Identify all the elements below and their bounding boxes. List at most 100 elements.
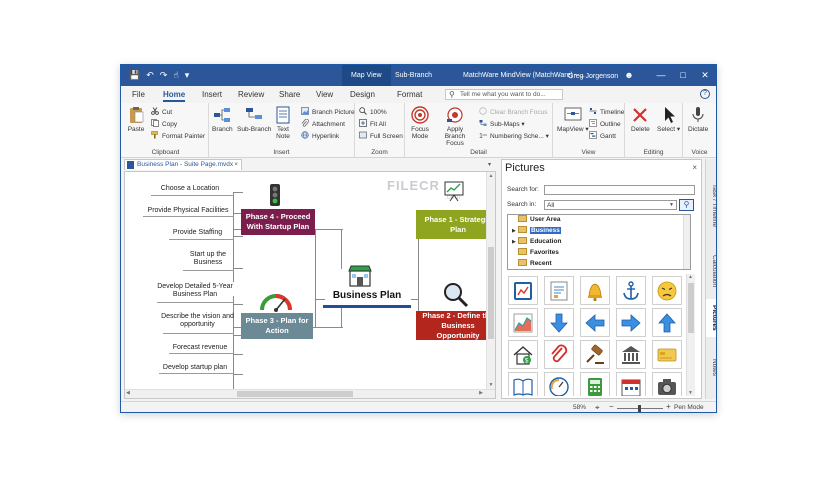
close-icon[interactable]: ✕ [694,65,716,86]
side-tab-pictures[interactable]: Pictures [706,299,716,337]
select-button[interactable]: Select ▾ [657,106,680,133]
fit-all-button[interactable]: Fit All [359,119,386,129]
leaf-topic[interactable]: Start up the Business [183,251,233,267]
sub-branch-button[interactable]: Sub-Branch [237,106,271,133]
gallery-item[interactable] [544,308,574,337]
format-painter-button[interactable]: Format Painter [151,131,205,141]
canvas-horizontal-scrollbar[interactable]: ◀ ▶ [125,389,495,398]
leaf-topic[interactable]: Develop startup plan [155,364,235,372]
gallery-item[interactable] [580,340,610,369]
category-business[interactable]: ▶ Business [512,226,561,236]
side-tab-calculation[interactable]: Calculation [706,251,716,291]
dictate-button[interactable]: Dictate [688,106,708,133]
context-tab-sub-branch[interactable]: Sub-Branch [386,65,441,86]
leaf-topic[interactable]: Provide Staffing [159,229,236,237]
tab-file[interactable]: File [132,90,145,99]
scroll-thumb[interactable] [237,391,353,397]
scroll-down-icon[interactable]: ▼ [688,390,693,396]
gallery-item[interactable] [580,372,610,396]
tab-format[interactable]: Format [397,90,422,99]
branch-button[interactable]: Branch [212,106,233,133]
tell-me-search[interactable]: ⚲ Tell me what you want to do... [445,89,563,100]
gallery-item[interactable] [652,372,682,396]
context-tab-map-view[interactable]: Map View [342,65,391,86]
scroll-up-icon[interactable]: ▲ [487,173,495,179]
mind-map-canvas[interactable]: FILECR .com Choose a Location Provide Ph… [124,171,496,399]
undo-icon[interactable]: ↶ [146,69,154,81]
gallery-item[interactable]: $ [508,340,538,369]
document-list-arrow-icon[interactable]: ▾ [488,161,491,168]
gallery-item[interactable] [616,276,646,305]
gallery-item[interactable] [544,276,574,305]
scroll-thumb[interactable] [488,247,494,339]
branch-phase-4[interactable]: Phase 4 - Proceed With Startup Plan [241,209,315,235]
customize-qat-icon[interactable]: ▾ [185,69,190,81]
category-recent[interactable]: Recent [512,259,552,269]
gallery-item[interactable] [508,308,538,337]
branch-phase-1[interactable]: Phase 1 - Strategic Plan [416,210,495,239]
paste-button[interactable]: Paste [127,106,145,133]
sub-maps-button[interactable]: Sub-Maps ▾ [479,119,525,129]
category-education[interactable]: ▶ Education [512,237,561,247]
gallery-item[interactable] [652,340,682,369]
focus-mode-button[interactable]: Focus Mode [409,106,431,140]
tab-design[interactable]: Design [350,90,375,99]
branch-picture-button[interactable]: Branch Picture [301,107,355,117]
scroll-thumb[interactable] [688,283,694,333]
category-favorites[interactable]: Favorites [512,248,559,258]
scroll-left-icon[interactable]: ◀ [126,390,130,396]
hyperlink-button[interactable]: Hyperlink [301,131,339,141]
user-account[interactable]: Greg Jorgenson ☻ [568,65,634,87]
branch-phase-2[interactable]: Phase 2 - Define the Business Opportunit… [416,311,495,340]
scroll-down-icon[interactable]: ▼ [487,382,495,388]
canvas-vertical-scrollbar[interactable]: ▲ ▼ [486,172,495,398]
timeline-button[interactable]: Timeline [589,107,624,117]
leaf-topic[interactable]: Describe the vision and opportunity [160,313,235,329]
delete-button[interactable]: Delete [631,106,650,133]
mapview-button[interactable]: MapView ▾ [557,106,589,133]
zoom-in-icon[interactable]: + [666,402,671,411]
leaf-topic[interactable]: Develop Detailed 5-Year Business Plan [155,283,235,299]
zoom-100-button[interactable]: 100% [359,107,387,117]
clear-branch-focus-button[interactable]: Clear Branch Focus [479,107,547,117]
maximize-icon[interactable]: □ [672,65,694,86]
gallery-item[interactable] [544,372,574,396]
gallery-item[interactable] [652,276,682,305]
branch-phase-3[interactable]: Phase 3 - Plan for Action [241,313,313,339]
leaf-topic[interactable]: Forecast revenue [165,344,235,352]
help-icon[interactable]: ? [700,89,710,99]
gallery-item[interactable] [616,372,646,396]
gallery-item[interactable] [616,340,646,369]
touch-mode-icon[interactable]: ☝ [173,69,178,81]
gallery-item[interactable] [508,276,538,305]
attachment-button[interactable]: Attachment [301,119,345,129]
side-tab-notes[interactable]: Notes [706,355,716,379]
gantt-button[interactable]: Gantt [589,131,616,141]
pen-mode-status[interactable]: Pen Mode [674,404,704,411]
search-in-select[interactable]: All ▼ [544,200,677,210]
side-tab-task-timeline[interactable]: Task / Timeline [706,177,716,233]
gallery-item[interactable] [652,308,682,337]
tab-share[interactable]: Share [279,90,300,99]
tab-review[interactable]: Review [238,90,264,99]
search-button[interactable]: ⚲ [679,199,694,211]
tab-home[interactable]: Home [163,90,186,102]
leaf-topic[interactable]: Provide Physical Facilities [140,207,236,215]
save-icon[interactable]: 💾 [129,69,140,81]
gallery-item[interactable] [616,308,646,337]
category-scrollbar[interactable] [683,215,690,269]
full-screen-button[interactable]: Full Screen [359,131,403,141]
leaf-topic[interactable]: Choose a Location [145,185,235,193]
gallery-scrollbar[interactable]: ▲ ▼ [686,274,695,396]
scroll-up-icon[interactable]: ▲ [688,274,693,280]
zoom-out-icon[interactable]: − [609,402,614,411]
gallery-item[interactable] [580,276,610,305]
text-note-button[interactable]: Text Note [274,106,292,140]
minimize-icon[interactable]: — [650,65,672,86]
central-topic[interactable]: Business Plan [325,290,409,301]
tab-insert[interactable]: Insert [202,90,222,99]
close-tab-icon[interactable]: × [234,160,238,170]
copy-button[interactable]: Copy [151,119,177,129]
gallery-item[interactable] [580,308,610,337]
gallery-item[interactable] [544,340,574,369]
